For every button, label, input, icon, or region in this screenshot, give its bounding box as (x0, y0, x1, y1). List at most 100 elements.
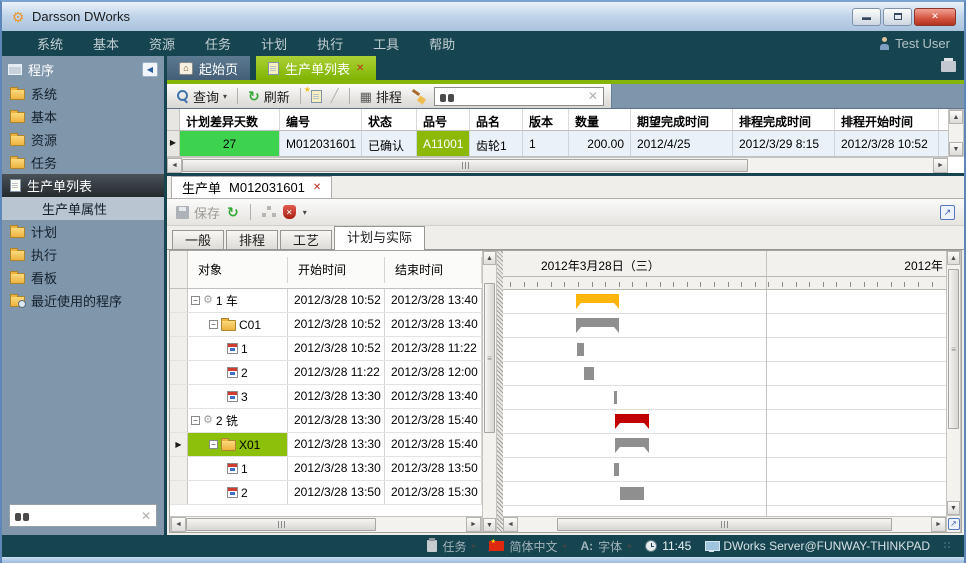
status-font-selector[interactable]: A: 字体 ▾ (581, 538, 632, 555)
tree-vertical-scrollbar[interactable]: ▲ ≡ ▼ (482, 251, 497, 532)
grid-column-header-4[interactable]: 品名 (470, 109, 523, 130)
scroll-right-arrow[interactable]: ► (933, 158, 948, 173)
hierarchy-icon[interactable] (262, 206, 276, 218)
scroll-down-arrow[interactable]: ▼ (949, 142, 963, 156)
tree-row-6[interactable]: ▶−X012012/3/28 13:302012/3/28 15:40 (170, 433, 482, 457)
new-button[interactable]: ★ (308, 90, 325, 103)
scroll-left-arrow[interactable]: ◄ (503, 517, 518, 532)
tree-row-5[interactable]: −⚙2 铣2012/3/28 13:302012/3/28 15:40 (170, 409, 482, 433)
sidebar-search-input[interactable] (34, 509, 136, 523)
grid-column-header-8[interactable]: 排程完成时间 (733, 109, 835, 130)
query-dropdown-icon[interactable]: ▾ (223, 92, 227, 101)
close-button[interactable]: ✕ (914, 8, 956, 26)
grid-cell-0[interactable]: 27 (180, 131, 280, 156)
scroll-thumb[interactable]: ≡ (948, 269, 959, 429)
grid-column-header-7[interactable]: 期望完成时间 (631, 109, 733, 130)
status-language-selector[interactable]: 简体中文 ▾ (489, 538, 566, 555)
tree-object-cell[interactable]: −⚙1 车 (188, 289, 288, 312)
tree-object-cell[interactable]: 2 (188, 481, 288, 504)
menu-item-6[interactable]: 工具 (358, 34, 414, 53)
scroll-up-arrow[interactable]: ▲ (483, 251, 496, 265)
status-task-selector[interactable]: 任务 ▾ (427, 538, 475, 555)
minimize-button[interactable]: ▬ (852, 8, 881, 26)
sidebar-item-9[interactable]: 最近使用的程序 (2, 289, 164, 312)
resize-grip[interactable] (944, 542, 952, 550)
scroll-down-arrow[interactable]: ▼ (947, 501, 960, 515)
tree-row-4[interactable]: 32012/3/28 13:302012/3/28 13:40 (170, 385, 482, 409)
grid-cell-2[interactable]: 已确认 (362, 131, 417, 156)
grid-column-header-0[interactable]: 计划差异天数 (180, 109, 280, 130)
tree-object-cell[interactable]: 2 (188, 361, 288, 384)
schedule-button[interactable]: ▦ 排程 (357, 87, 405, 106)
detail-subtab-3[interactable]: 计划与实际 (334, 226, 425, 250)
gantt-bar-summary[interactable] (615, 438, 649, 453)
scroll-thumb[interactable] (557, 518, 892, 531)
tree-expander-icon[interactable]: − (209, 320, 218, 329)
scroll-left-arrow[interactable]: ◄ (171, 517, 186, 532)
scroll-thumb[interactable] (186, 518, 376, 531)
tree-expander-icon[interactable]: − (191, 296, 200, 305)
grid-column-header-2[interactable]: 状态 (362, 109, 417, 130)
user-indicator[interactable]: Test User (879, 36, 950, 51)
popout-icon[interactable]: ↗ (940, 205, 955, 220)
tree-expander-icon[interactable]: − (209, 440, 218, 449)
sidebar-item-4[interactable]: 生产单列表 (2, 174, 164, 197)
detail-document-tab[interactable]: 生产单 M012031601 ✕ (171, 176, 332, 198)
tree-object-cell[interactable]: 1 (188, 457, 288, 480)
tree-column-header-2[interactable]: 结束时间 (385, 257, 482, 283)
query-button[interactable]: 查询 ▾ (174, 87, 230, 106)
tree-row-3[interactable]: 22012/3/28 11:222012/3/28 12:00 (170, 361, 482, 385)
scroll-left-arrow[interactable]: ◄ (167, 158, 182, 173)
tab-close-icon[interactable]: ✕ (356, 63, 364, 74)
detail-refresh-icon[interactable]: ↻ (227, 205, 239, 219)
tree-row-8[interactable]: 22012/3/28 13:502012/3/28 15:30 (170, 481, 482, 505)
scroll-up-arrow[interactable]: ▲ (949, 110, 963, 124)
menu-item-1[interactable]: 基本 (78, 34, 134, 53)
refresh-button[interactable]: ↻ 刷新 (245, 87, 293, 106)
toolbar-search-clear-icon[interactable]: ✕ (588, 89, 598, 103)
grid-cell-4[interactable]: 齿轮1 (470, 131, 523, 156)
gantt-bar-task[interactable] (577, 343, 584, 356)
sidebar-item-1[interactable]: 基本 (2, 105, 164, 128)
gantt-bar-task[interactable] (614, 463, 619, 476)
tree-expander-icon[interactable]: − (191, 416, 200, 425)
tree-horizontal-scrollbar[interactable]: ◄ ► (170, 516, 482, 532)
printer-icon[interactable] (941, 61, 956, 72)
scroll-thumb[interactable] (182, 159, 748, 172)
sidebar-item-2[interactable]: 资源 (2, 128, 164, 151)
tree-object-cell[interactable]: 1 (188, 337, 288, 360)
grid-cell-3[interactable]: A11001 (417, 131, 470, 156)
grid-cell-6[interactable]: 200.00 (569, 131, 631, 156)
tree-column-header-1[interactable]: 开始时间 (288, 257, 385, 283)
tree-row-0[interactable]: −⚙1 车2012/3/28 10:522012/3/28 13:40 (170, 289, 482, 313)
grid-cell-5[interactable]: 1 (523, 131, 569, 156)
grid-column-header-9[interactable]: 排程开始时间 (835, 109, 939, 130)
grid-column-header-5[interactable]: 版本 (523, 109, 569, 130)
tree-object-cell[interactable]: −X01 (188, 433, 288, 456)
menu-item-0[interactable]: 系统 (22, 34, 78, 53)
grid-cell-8[interactable]: 2012/3/29 8:15 (733, 131, 835, 156)
tree-object-cell[interactable]: −⚙2 铣 (188, 409, 288, 432)
gantt-bar-task[interactable] (584, 367, 594, 380)
grid-vertical-scrollbar[interactable]: ▲ ▼ (948, 109, 964, 157)
menu-item-7[interactable]: 帮助 (414, 34, 470, 53)
sidebar-collapse-button[interactable]: ◀ (142, 62, 158, 77)
clean-button[interactable] (408, 90, 428, 103)
scroll-up-arrow[interactable]: ▲ (947, 251, 960, 265)
grid-column-header-3[interactable]: 品号 (417, 109, 470, 130)
menu-item-4[interactable]: 计划 (246, 34, 302, 53)
detail-subtab-2[interactable]: 工艺 (280, 230, 332, 250)
detail-subtab-0[interactable]: 一般 (172, 230, 224, 250)
edit-button[interactable]: ╱ (328, 88, 342, 104)
gantt-horizontal-scrollbar[interactable]: ◄ ► (503, 516, 946, 532)
toolbar-search-input[interactable] (459, 89, 583, 103)
sidebar-item-3[interactable]: 任务 (2, 151, 164, 174)
tab-0[interactable]: ⌂起始页 (167, 56, 250, 80)
grid-cell-7[interactable]: 2012/4/25 (631, 131, 733, 156)
sidebar-item-5[interactable]: 生产单属性 (2, 197, 164, 220)
menu-item-5[interactable]: 执行 (302, 34, 358, 53)
detail-tab-close-icon[interactable]: ✕ (313, 182, 321, 193)
shield-dropdown-icon[interactable]: ▾ (303, 208, 307, 217)
scroll-thumb[interactable]: ≡ (484, 283, 495, 433)
tree-object-cell[interactable]: 3 (188, 385, 288, 408)
